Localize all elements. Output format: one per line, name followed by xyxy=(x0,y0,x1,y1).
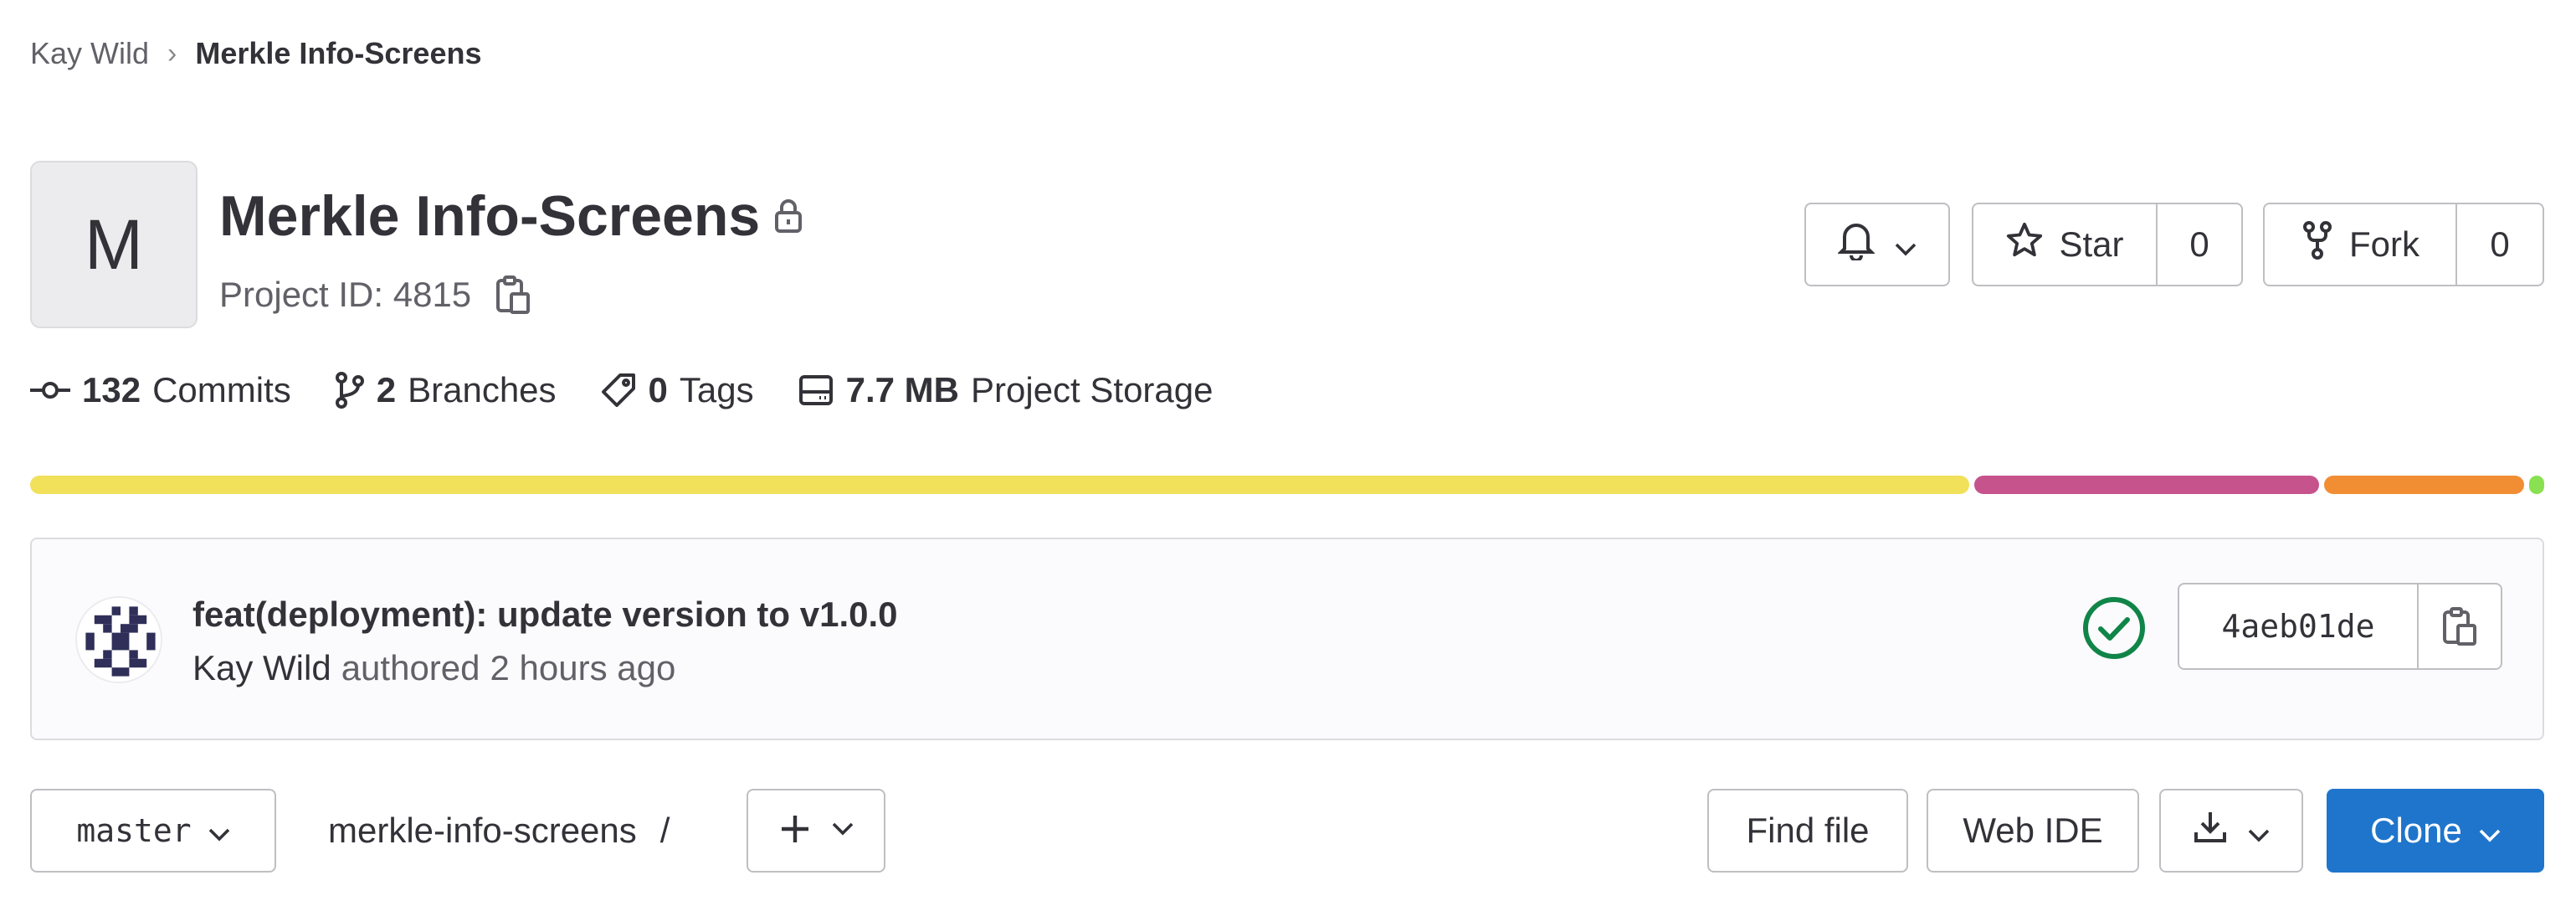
commit-time: 2 hours ago xyxy=(490,648,676,687)
breadcrumb-current-link[interactable]: Merkle Info-Screens xyxy=(195,36,481,71)
clone-label: Clone xyxy=(2370,811,2462,850)
branch-icon xyxy=(335,372,364,409)
add-to-tree-dropdown[interactable] xyxy=(747,789,885,873)
fork-label: Fork xyxy=(2349,224,2419,264)
clone-dropdown-button[interactable]: Clone xyxy=(2327,789,2544,873)
star-button-group: Star 0 xyxy=(1972,203,2243,286)
web-ide-button[interactable]: Web IDE xyxy=(1927,789,2139,873)
find-file-button[interactable]: Find file xyxy=(1707,789,1908,873)
fork-button-group: Fork 0 xyxy=(2263,203,2544,286)
fork-icon xyxy=(2301,220,2334,269)
language-segment[interactable] xyxy=(30,476,1970,494)
repo-root-link[interactable]: merkle-info-screens xyxy=(328,811,637,851)
breadcrumb: Kay Wild › Merkle Info-Screens xyxy=(30,32,481,75)
commit-sha-link[interactable]: 4aeb01de xyxy=(2179,584,2419,668)
path-separator: / xyxy=(659,811,670,850)
commit-icon xyxy=(30,382,70,399)
pipeline-status-passed-icon[interactable] xyxy=(2081,595,2148,662)
commit-author-link[interactable]: Kay Wild xyxy=(192,648,331,688)
star-count[interactable]: 0 xyxy=(2158,204,2241,285)
chevron-down-icon xyxy=(832,822,854,840)
breadcrumb-separator: › xyxy=(167,37,177,70)
storage-link[interactable]: 7.7 MB Project Storage xyxy=(798,370,1214,410)
branch-selector[interactable]: master xyxy=(30,789,276,873)
lock-icon xyxy=(772,196,805,236)
branches-link[interactable]: 2 Branches xyxy=(335,370,557,410)
fork-button[interactable]: Fork xyxy=(2265,204,2457,285)
branches-label: Branches xyxy=(408,370,557,409)
commits-link[interactable]: 132 Commits xyxy=(30,370,291,410)
star-label: Star xyxy=(2059,224,2124,264)
project-avatar: M xyxy=(30,161,198,328)
project-title: Merkle Info-Screens xyxy=(219,176,805,256)
project-id-text: Project ID: 4815 xyxy=(219,275,472,314)
copy-project-id-icon[interactable] xyxy=(495,274,531,316)
chevron-down-icon xyxy=(208,812,230,849)
last-commit-panel: feat(deployment): update version to v1.0… xyxy=(30,538,2544,740)
language-segment[interactable] xyxy=(1974,476,2320,494)
tags-label: Tags xyxy=(679,370,754,409)
branch-name: master xyxy=(76,812,192,849)
chevron-down-icon xyxy=(1895,224,1917,265)
language-segment[interactable] xyxy=(2529,476,2544,494)
repository-path: merkle-info-screens / xyxy=(328,806,670,856)
language-segment[interactable] xyxy=(2324,476,2525,494)
download-dropdown[interactable] xyxy=(2159,789,2303,873)
chevron-down-icon xyxy=(2479,811,2501,851)
star-button[interactable]: Star xyxy=(1973,204,2158,285)
notifications-dropdown[interactable] xyxy=(1804,203,1950,286)
project-title-text: Merkle Info-Screens xyxy=(219,184,761,248)
commit-title-link[interactable]: feat(deployment): update version to v1.0… xyxy=(192,590,898,640)
tag-icon xyxy=(601,373,635,407)
star-icon xyxy=(2005,221,2044,268)
fork-count[interactable]: 0 xyxy=(2457,204,2543,285)
commit-sha-group: 4aeb01de xyxy=(2178,583,2502,670)
commit-authored-label: authored xyxy=(341,648,480,687)
commit-meta: Kay Wild authored 2 hours ago xyxy=(192,643,675,693)
bell-icon xyxy=(1837,220,1876,269)
storage-icon xyxy=(798,375,833,405)
project-id: Project ID: 4815 xyxy=(219,268,531,322)
plus-icon xyxy=(778,812,812,850)
storage-label: Project Storage xyxy=(971,370,1214,409)
repository-language-bar[interactable] xyxy=(30,476,2544,494)
tags-link[interactable]: 0 Tags xyxy=(600,370,754,410)
copy-sha-icon[interactable] xyxy=(2419,584,2501,668)
project-avatar-letter: M xyxy=(85,204,143,284)
branches-count: 2 xyxy=(376,370,397,409)
breadcrumb-parent-link[interactable]: Kay Wild xyxy=(30,36,149,71)
chevron-down-icon xyxy=(2248,811,2270,851)
commits-count: 132 xyxy=(82,370,141,409)
project-stats: 132 Commits 2 Branches 0 Tags 7.7 MB Pro… xyxy=(30,365,1257,415)
storage-size: 7.7 MB xyxy=(845,370,959,409)
download-icon xyxy=(2193,809,2228,852)
author-avatar[interactable] xyxy=(75,596,162,683)
commits-label: Commits xyxy=(152,370,291,409)
tags-count: 0 xyxy=(648,370,668,409)
